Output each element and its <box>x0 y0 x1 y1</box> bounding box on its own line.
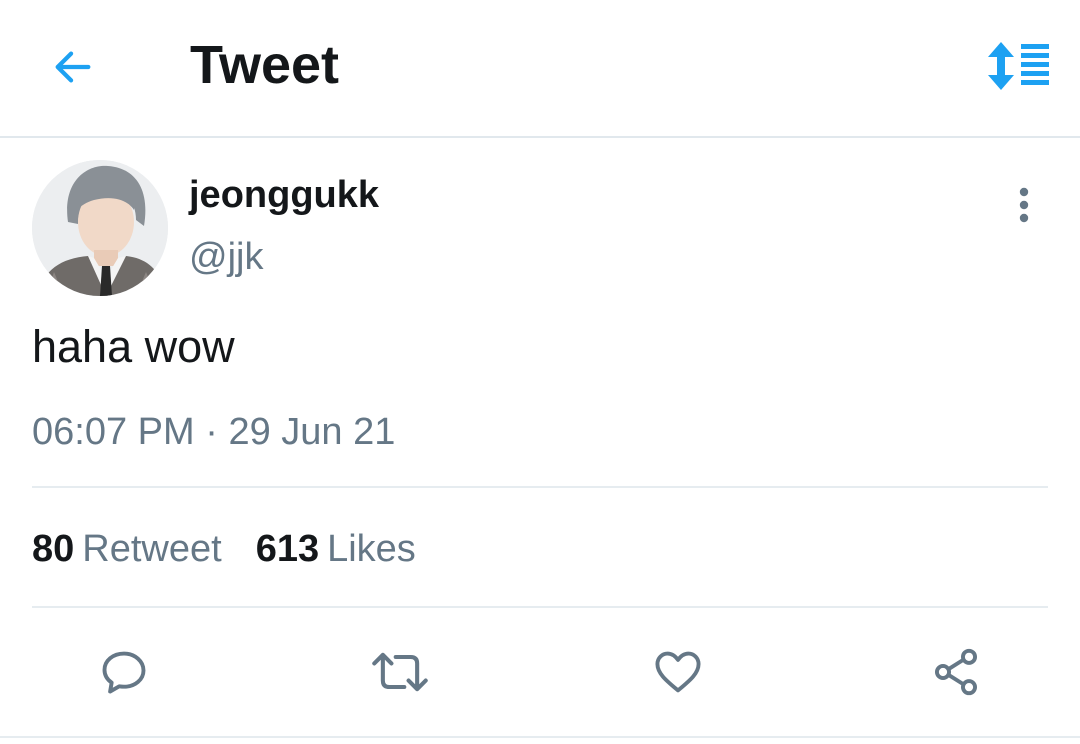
avatar-photo <box>32 160 168 296</box>
likes-count: 613 <box>255 528 320 570</box>
bottom-divider <box>0 736 1080 738</box>
display-name[interactable]: jeonggukk <box>189 172 379 218</box>
more-options-button[interactable] <box>1000 180 1048 230</box>
retweet-button[interactable] <box>368 640 432 704</box>
divider <box>32 486 1048 488</box>
tweet-stats: 80 Retweet 613 Likes <box>32 524 450 574</box>
tweet-text: haha wow <box>32 321 235 372</box>
tweet-date: 29 Jun 21 <box>228 411 396 453</box>
avatar[interactable] <box>32 160 168 296</box>
sort-button[interactable] <box>976 30 1060 102</box>
retweets-count: 80 <box>32 528 75 570</box>
back-button[interactable] <box>40 34 106 100</box>
sort-list-icon <box>988 42 1049 90</box>
reply-button[interactable] <box>92 640 156 704</box>
username-handle[interactable]: @jjk <box>189 234 263 280</box>
likes-stat[interactable]: 613 Likes <box>256 524 416 574</box>
more-vertical-icon <box>1019 187 1029 223</box>
retweet-icon <box>372 652 428 692</box>
tweet-time: 06:07 PM <box>32 411 195 453</box>
like-icon <box>655 651 701 693</box>
share-icon <box>934 648 978 696</box>
divider <box>32 606 1048 608</box>
top-app-bar: Tweet <box>0 0 1080 138</box>
arrow-left-icon <box>55 51 91 83</box>
timestamp-separator: · <box>205 411 218 453</box>
like-button[interactable] <box>646 640 710 704</box>
share-button[interactable] <box>924 640 988 704</box>
retweets-label: Retweet <box>82 528 222 570</box>
likes-label: Likes <box>327 528 416 570</box>
retweets-stat[interactable]: 80 Retweet <box>32 524 222 574</box>
tweet-timestamp: 06:07 PM · 29 Jun 21 <box>32 408 395 456</box>
reply-icon <box>102 651 146 694</box>
page-title: Tweet <box>190 35 340 95</box>
